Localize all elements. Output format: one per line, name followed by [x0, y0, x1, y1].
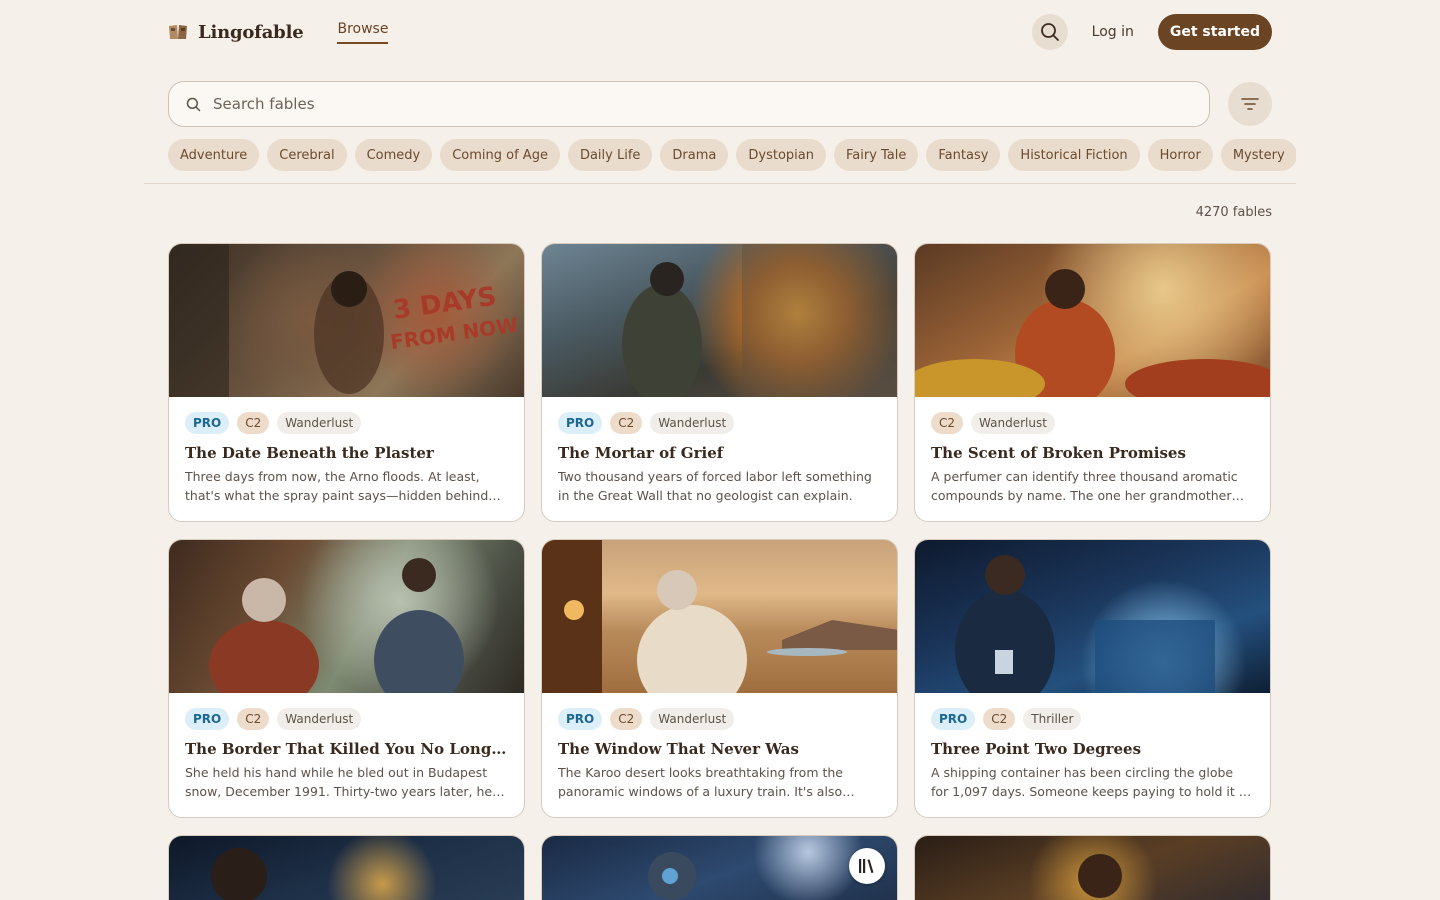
fable-description: Three days from now, the Arno floods. At… [185, 469, 489, 503]
fable-cover-image [542, 540, 897, 715]
pro-badge: PRO [185, 708, 230, 730]
genre-badge: Wanderlust [650, 412, 735, 434]
fable-description: A perfumer can identify three thousand a… [931, 469, 1238, 503]
login-link[interactable]: Log in [1092, 24, 1134, 40]
search-icon [186, 97, 201, 111]
pro-badge: PRO [558, 412, 603, 434]
cover-art [542, 540, 897, 715]
fable-cover-image [169, 540, 524, 710]
fable-title: The Date Beneath the Plaster [185, 444, 434, 462]
genre-badge: Wanderlust [650, 708, 735, 730]
fable-card[interactable]: C2 Wanderlust The Scent of Broken Promis… [914, 243, 1271, 522]
genre-chip[interactable]: Dystopian [736, 139, 826, 171]
genre-chip[interactable]: Adventure [168, 139, 260, 171]
fable-card[interactable]: PRO C2 Wanderlust The Window That Never … [541, 539, 898, 818]
genre-chip[interactable]: Historical Fiction [1008, 139, 1140, 171]
cover-art: 3 DAYS FROM NOW [169, 244, 520, 397]
fable-cover-image [915, 836, 1270, 900]
cover-art [622, 244, 897, 404]
cover-art [211, 848, 267, 900]
genre-chip[interactable]: Mystery [1220, 139, 1296, 171]
pro-badge: PRO [931, 708, 976, 730]
level-badge: C2 [237, 412, 270, 434]
genre-badge: Thriller [1023, 708, 1082, 730]
genre-chips: Adventure Cerebral Comedy Coming of Age … [168, 139, 1296, 171]
pro-badge: PRO [558, 708, 603, 730]
fable-cover-image [542, 244, 897, 404]
fable-card[interactable]: PRO C2 Wanderlust The Border That Killed… [168, 539, 525, 818]
cover-art [955, 555, 1215, 710]
cover-art [648, 852, 696, 900]
level-badge: C2 [983, 708, 1016, 730]
fable-card[interactable] [168, 835, 525, 900]
genre-badge: Wanderlust [277, 708, 362, 730]
get-started-button[interactable]: Get started [1157, 14, 1272, 50]
fable-title: The Mortar of Grief [558, 444, 724, 462]
fable-title: Three Point Two Degrees [931, 740, 1142, 758]
level-badge: C2 [237, 708, 270, 730]
fable-grid: 3 DAYS FROM NOW PRO C2 Wanderlust The Da… [168, 243, 1272, 818]
fable-card[interactable]: PRO C2 Thriller Three Point Two Degrees … [914, 539, 1271, 818]
fable-card[interactable] [541, 835, 898, 900]
fable-card[interactable]: PRO C2 Wanderlust The Mortar of Grief Tw… [541, 243, 898, 522]
cover-art [209, 558, 464, 710]
fable-description: Two thousand years of forced labor left … [558, 469, 872, 503]
search-box[interactable] [168, 81, 1210, 127]
fable-count: 4270 fables [1195, 205, 1272, 220]
divider [144, 183, 1296, 184]
genre-chip[interactable]: Fantasy [926, 139, 1001, 171]
fable-cover-image [915, 244, 1270, 409]
genre-badge: Wanderlust [971, 412, 1055, 434]
book-icon [169, 25, 187, 39]
genre-chip[interactable]: Comedy [354, 139, 433, 171]
genre-chip[interactable]: Drama [660, 139, 729, 171]
level-badge: C2 [931, 412, 964, 434]
fable-description: A shipping container has been circling t… [931, 765, 1251, 799]
fable-cover-image [542, 836, 897, 900]
filter-icon [1241, 98, 1259, 110]
fable-card[interactable]: 3 DAYS FROM NOW PRO C2 Wanderlust The Da… [168, 243, 525, 522]
genre-chip[interactable]: Cerebral [267, 139, 347, 171]
nav-browse[interactable]: Browse [337, 20, 389, 44]
genre-chip[interactable]: Coming of Age [440, 139, 560, 171]
cover-art [1078, 854, 1122, 898]
fable-description: She held his hand while he bled out in B… [185, 765, 493, 799]
logo-text: Lingofable [198, 21, 304, 43]
genre-chip[interactable]: Fairy Tale [833, 139, 919, 171]
library-icon [859, 859, 874, 873]
fable-title: The Scent of Broken Promises [931, 444, 1186, 462]
top-bar: Lingofable Browse Log in Get started [168, 14, 1272, 50]
fable-title: The Border That Killed You No Longer Exi… [185, 740, 508, 758]
fable-cover-image: 3 DAYS FROM NOW [169, 244, 524, 397]
level-badge: C2 [610, 412, 643, 434]
logo[interactable]: Lingofable [168, 21, 304, 43]
genre-badge: Wanderlust [277, 412, 362, 434]
search-input[interactable] [213, 95, 1134, 113]
pro-badge: PRO [185, 412, 230, 434]
fable-cover-image [169, 836, 524, 900]
cover-art [915, 269, 1270, 409]
fable-grid-row-partial [168, 835, 1272, 900]
fable-description: The Karoo desert looks breathtaking from… [558, 765, 843, 799]
genre-chip[interactable]: Daily Life [567, 139, 653, 171]
filter-button[interactable] [1228, 82, 1272, 126]
search-button[interactable] [1031, 14, 1068, 50]
genre-chip[interactable]: Horror [1147, 139, 1213, 171]
fable-card[interactable] [914, 835, 1271, 900]
fable-title: The Window That Never Was [558, 740, 799, 758]
fable-cover-image [915, 540, 1270, 710]
search-icon [1040, 23, 1059, 41]
search-row [168, 81, 1272, 127]
library-button[interactable] [849, 848, 885, 884]
level-badge: C2 [610, 708, 643, 730]
